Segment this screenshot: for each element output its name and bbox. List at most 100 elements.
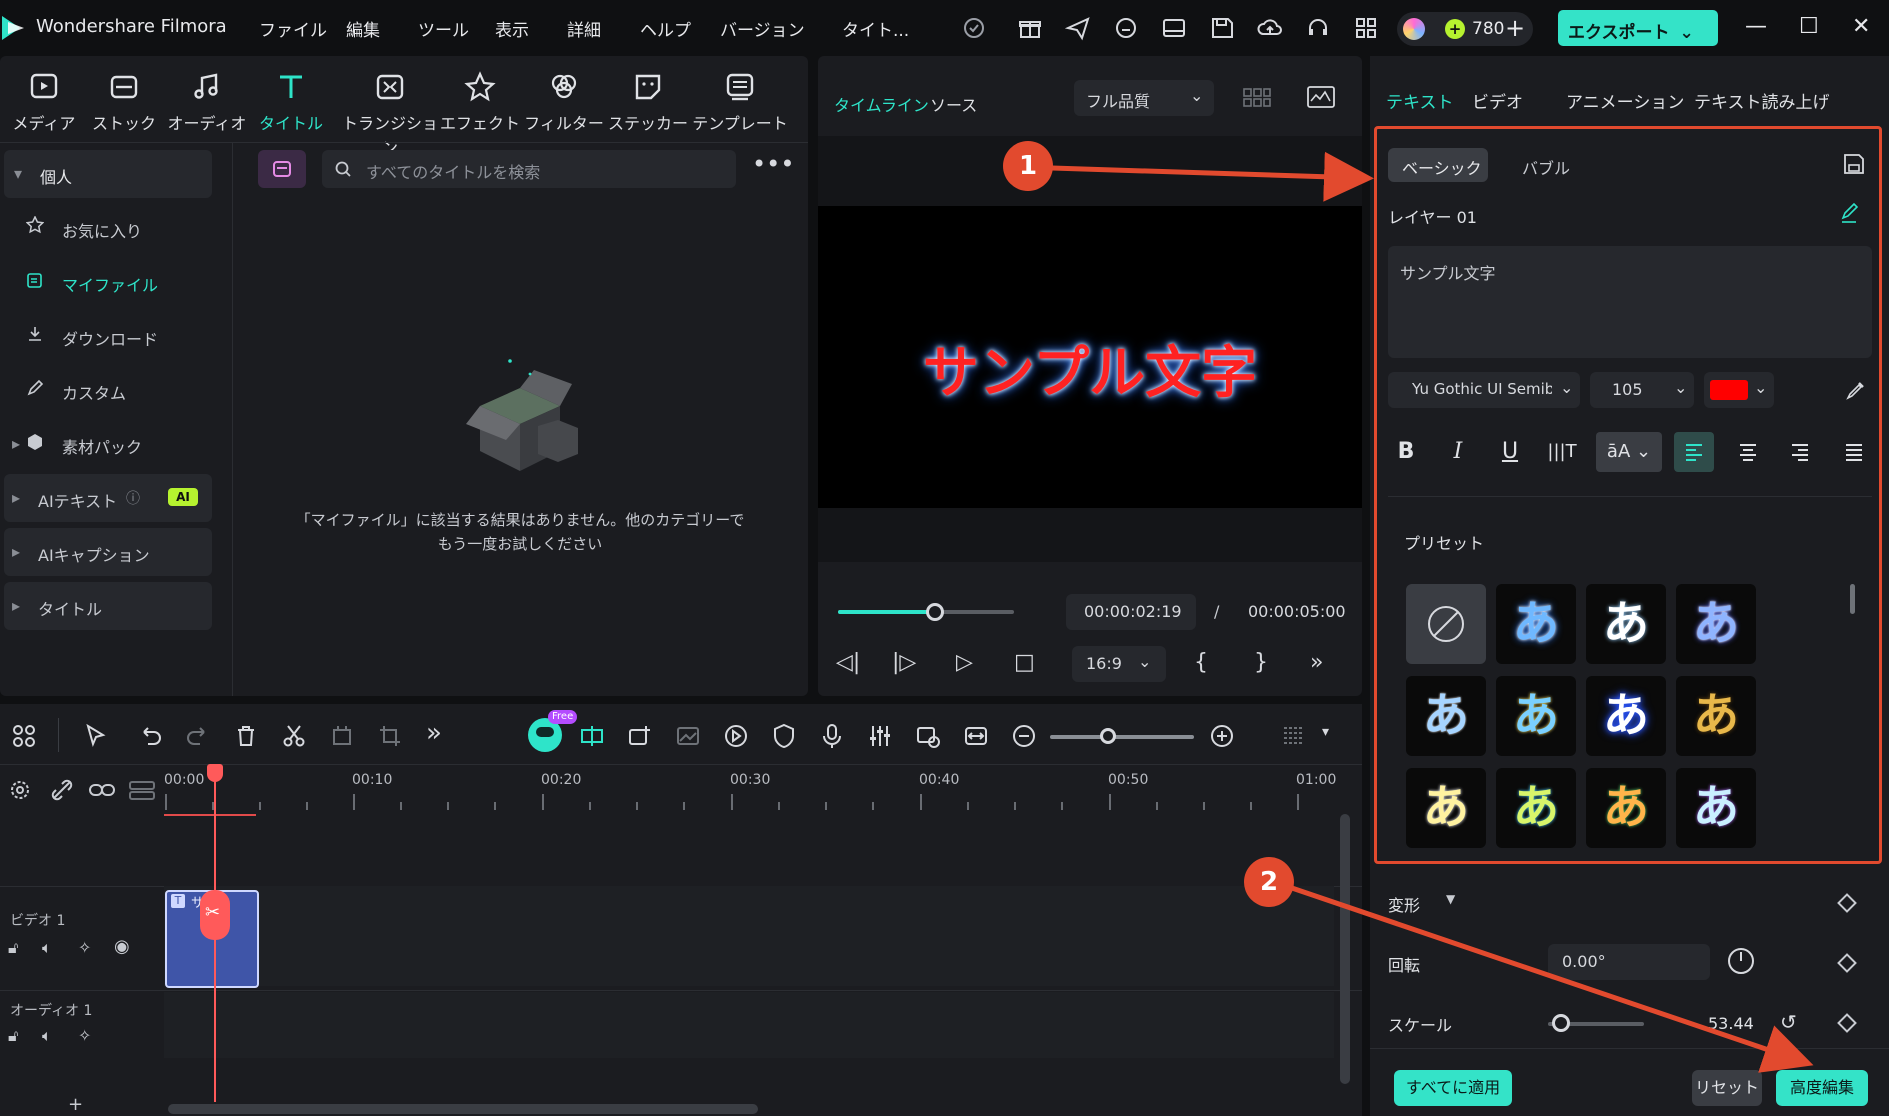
- speaker-icon[interactable]: 🔈︎: [42, 1026, 52, 1046]
- menu-help[interactable]: ヘルプ: [640, 16, 691, 41]
- fit-width-icon[interactable]: [962, 722, 990, 750]
- maximize-icon[interactable]: ☐: [1799, 14, 1819, 39]
- playhead-handle[interactable]: [207, 764, 223, 782]
- magic-wand-icon[interactable]: ✧: [78, 1026, 91, 1045]
- unlink-icon[interactable]: [50, 778, 74, 802]
- play-icon[interactable]: ▷: [956, 650, 973, 675]
- eye-icon[interactable]: ◉: [114, 936, 130, 957]
- zoom-out-icon[interactable]: [1010, 722, 1038, 750]
- tab-text[interactable]: テキスト: [1386, 88, 1454, 113]
- mark-out-icon[interactable]: }: [1254, 650, 1268, 675]
- vertical-scrollbar[interactable]: [1340, 814, 1350, 1084]
- close-icon[interactable]: ✕: [1852, 14, 1870, 39]
- stop-icon[interactable]: □: [1014, 650, 1035, 675]
- work-area-bar[interactable]: [164, 814, 256, 816]
- split-screen-icon[interactable]: [578, 722, 606, 750]
- transform-label[interactable]: 変形: [1388, 892, 1420, 916]
- tab-audio[interactable]: オーディオ: [163, 70, 251, 134]
- gift-icon[interactable]: [1016, 14, 1044, 42]
- tab-effects[interactable]: エフェクト: [436, 70, 524, 134]
- menu-version[interactable]: バージョン: [720, 16, 805, 41]
- sidebar-item-title[interactable]: タイトル: [38, 596, 102, 620]
- sidebar-item-favorites[interactable]: お気に入り: [62, 218, 142, 242]
- auto-reframe-icon[interactable]: [914, 722, 942, 750]
- tab-templates[interactable]: テンプレート: [690, 70, 790, 134]
- tab-source[interactable]: ソース: [930, 92, 977, 116]
- apply-all-button[interactable]: すべてに適用: [1394, 1070, 1512, 1106]
- speed-icon[interactable]: [722, 722, 750, 750]
- sidebar-item-my-files[interactable]: マイファイル: [62, 272, 158, 296]
- trim-icon[interactable]: [328, 722, 356, 750]
- menu-advanced[interactable]: 詳細: [567, 16, 601, 41]
- previous-frame-icon[interactable]: ◁|: [836, 650, 860, 675]
- tab-transitions[interactable]: トランジション: [339, 70, 441, 158]
- reset-icon[interactable]: ↺: [1780, 1010, 1797, 1034]
- aspect-ratio-dropdown[interactable]: 16:9 ⌄: [1072, 646, 1166, 682]
- project-title[interactable]: タイト...: [842, 16, 909, 41]
- keyframe-diamond-icon[interactable]: [1837, 893, 1857, 913]
- avatar[interactable]: [1403, 18, 1425, 40]
- speaker-icon[interactable]: 🔈︎: [42, 938, 52, 958]
- caret-down-icon[interactable]: ▾: [1322, 724, 1329, 740]
- time-ruler[interactable]: 00:00 00:10 00:20 00:30 00:40 00:50 01:0…: [164, 764, 1340, 824]
- menu-tools[interactable]: ツール: [418, 16, 469, 41]
- apps-grid-icon[interactable]: [1352, 14, 1380, 42]
- redo-icon[interactable]: [184, 722, 212, 750]
- shield-icon[interactable]: [770, 722, 798, 750]
- undo-icon[interactable]: [136, 722, 164, 750]
- audio-mixer-icon[interactable]: [866, 722, 894, 750]
- export-button[interactable]: エクスポート ⌄: [1558, 10, 1718, 46]
- delete-icon[interactable]: [232, 722, 260, 750]
- progress-track[interactable]: [838, 603, 1014, 621]
- split-marker[interactable]: ✂: [200, 890, 230, 940]
- tab-video[interactable]: ビデオ: [1472, 88, 1523, 113]
- reset-button[interactable]: リセット: [1692, 1070, 1762, 1106]
- tab-stock[interactable]: ストック: [80, 70, 168, 134]
- sidebar-item-download[interactable]: ダウンロード: [62, 326, 158, 350]
- tab-text-to-speech[interactable]: テキスト読み上げ: [1694, 88, 1830, 113]
- caret-down-icon[interactable]: ▼: [1446, 892, 1455, 906]
- keyframe-diamond-icon[interactable]: [1837, 953, 1857, 973]
- track-options-icon[interactable]: [1280, 722, 1308, 750]
- settings-icon[interactable]: [8, 778, 32, 802]
- sidebar-group-title[interactable]: [4, 582, 212, 630]
- tab-animation[interactable]: アニメーション: [1566, 88, 1684, 113]
- advanced-edit-button[interactable]: 高度編集: [1776, 1070, 1868, 1106]
- more-tools-icon[interactable]: »: [426, 718, 442, 748]
- link-icon[interactable]: [88, 778, 116, 802]
- track-layout-icon[interactable]: [128, 778, 156, 802]
- scale-value[interactable]: 53.44: [1708, 1014, 1754, 1033]
- rotation-dial-icon[interactable]: [1726, 946, 1756, 976]
- magic-wand-icon[interactable]: ✧: [78, 938, 91, 957]
- keyframe-diamond-icon[interactable]: [1837, 1013, 1857, 1033]
- horizontal-scrollbar[interactable]: [168, 1104, 758, 1114]
- menu-edit[interactable]: 編集: [346, 16, 380, 41]
- headset-icon[interactable]: [1304, 14, 1332, 42]
- sidebar-group-personal[interactable]: [4, 150, 212, 198]
- sidebar-item-ai-text[interactable]: AIテキスト: [38, 488, 117, 512]
- quality-dropdown[interactable]: フル品質 ⌄: [1074, 80, 1214, 116]
- help-icon[interactable]: ⓘ: [126, 488, 140, 508]
- tab-stickers[interactable]: ステッカー: [604, 70, 692, 134]
- tab-media[interactable]: メディア: [0, 70, 88, 134]
- waveform-monitor-icon[interactable]: [1306, 84, 1336, 110]
- add-track-icon[interactable]: +: [68, 1094, 83, 1115]
- search-input[interactable]: すべてのタイトルを検索: [322, 150, 736, 188]
- send-icon[interactable]: [1064, 14, 1092, 42]
- lock-icon[interactable]: 🔓︎: [8, 1026, 18, 1046]
- image-edit-icon[interactable]: [674, 722, 702, 750]
- mark-in-icon[interactable]: {: [1194, 650, 1208, 675]
- more-options-icon[interactable]: •••: [752, 150, 794, 178]
- my-files-toggle[interactable]: [258, 150, 306, 188]
- check-circle-icon[interactable]: [960, 14, 988, 42]
- lock-icon[interactable]: 🔓︎: [8, 938, 18, 958]
- scale-slider-handle[interactable]: [1552, 1014, 1570, 1032]
- more-controls-icon[interactable]: »: [1310, 650, 1323, 675]
- scissors-icon[interactable]: [280, 722, 308, 750]
- add-clip-icon[interactable]: [626, 722, 654, 750]
- layout-grid-icon[interactable]: [10, 722, 38, 750]
- minimize-icon[interactable]: —: [1745, 14, 1767, 39]
- sidebar-item-custom[interactable]: カスタム: [62, 380, 126, 404]
- menu-view[interactable]: 表示: [495, 16, 529, 41]
- zoom-in-icon[interactable]: [1208, 722, 1236, 750]
